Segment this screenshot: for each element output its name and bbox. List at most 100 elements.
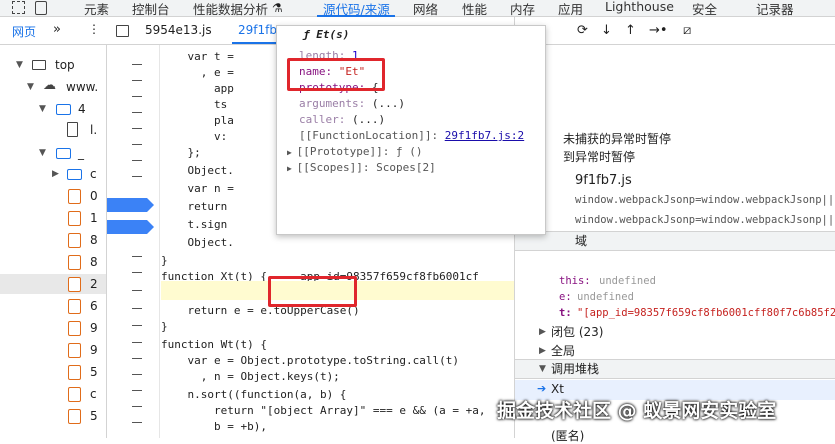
tree-item-folder-underscore[interactable]: ▼ _ bbox=[0, 143, 107, 163]
gutter-dash bbox=[132, 308, 142, 309]
tree-item-file-1[interactable]: 1 bbox=[0, 208, 107, 228]
more-tabs-icon[interactable]: » bbox=[53, 22, 61, 37]
step-over-icon[interactable]: ⟳ bbox=[577, 23, 588, 38]
flask-icon: ⚗ bbox=[272, 1, 283, 15]
tab-recorder[interactable]: 记录器 bbox=[756, 0, 794, 18]
tree-item-file-5b[interactable]: 5 bbox=[0, 406, 107, 426]
gutter-dash bbox=[132, 390, 142, 391]
scope-e-value: undefined bbox=[577, 291, 634, 303]
toggle-navigator-icon[interactable] bbox=[116, 25, 129, 37]
gutter-dash bbox=[132, 112, 142, 113]
gutter-dash bbox=[132, 290, 142, 291]
js-file-icon bbox=[68, 233, 81, 248]
gutter-dash bbox=[132, 64, 142, 65]
scope-header[interactable]: 域 bbox=[515, 231, 835, 251]
js-file-icon bbox=[68, 365, 81, 380]
file-tab-29f1fb7[interactable]: 29f1fb bbox=[238, 23, 277, 37]
scope-this-key: this: bbox=[559, 275, 591, 287]
js-file-icon bbox=[68, 189, 81, 204]
tree-item-file-0[interactable]: 0 bbox=[0, 186, 107, 206]
popover-header: ƒ Et(s) bbox=[303, 28, 350, 41]
tab-performance[interactable]: 性能 bbox=[462, 0, 487, 18]
gutter-dash bbox=[132, 358, 142, 359]
gutter-dash bbox=[132, 272, 142, 273]
breakpoint-snippet[interactable]: window.webpackJsonp=window.webpackJsonp|… bbox=[575, 214, 835, 226]
folder-icon bbox=[56, 104, 71, 115]
tab-memory[interactable]: 内存 bbox=[510, 0, 535, 18]
tab-elements[interactable]: 元素 bbox=[84, 0, 109, 18]
tree-item-file-8a[interactable]: 8 bbox=[0, 230, 107, 250]
code-line: return bbox=[161, 200, 228, 213]
more-options-icon[interactable]: ⋮ bbox=[88, 22, 100, 36]
tab-performance-insights[interactable]: 性能数据分析 bbox=[193, 0, 268, 18]
frame-icon bbox=[32, 60, 46, 70]
prop-internal-prototype[interactable]: ▶ [[Prototype]]: ƒ () bbox=[287, 144, 422, 160]
js-file-icon bbox=[68, 343, 81, 358]
tab-security[interactable]: 安全 bbox=[692, 0, 717, 18]
tab-console[interactable]: 控制台 bbox=[132, 0, 170, 18]
tab-lighthouse[interactable]: Lighthouse bbox=[605, 0, 674, 14]
gutter-dash bbox=[132, 160, 142, 161]
file-tab-underline bbox=[232, 42, 277, 44]
step-icon[interactable]: →• bbox=[649, 23, 668, 38]
line-gutter[interactable] bbox=[107, 45, 160, 438]
deactivate-breakpoints-icon[interactable]: ⧄ bbox=[683, 23, 691, 38]
code-line: t.sign bbox=[161, 218, 228, 231]
tree-item-file-2[interactable]: 2 bbox=[0, 274, 106, 294]
function-location-link[interactable]: 29f1fb7.js:2 bbox=[445, 129, 524, 142]
prop-function-location: [[FunctionLocation]]: 29f1fb7.js:2 bbox=[299, 129, 525, 142]
tree-item-file-l[interactable]: l. bbox=[0, 120, 107, 140]
expand-global-icon[interactable]: ▶ bbox=[539, 346, 546, 356]
annotation-box-name bbox=[287, 58, 385, 91]
gutter-dash bbox=[132, 144, 142, 145]
breakpoint-snippet[interactable]: window.webpackJsonp=window.webpackJsonp|… bbox=[575, 194, 835, 206]
tree-item-file-6[interactable]: 6 bbox=[0, 296, 107, 316]
file-tab-5954e13[interactable]: 5954e13.js bbox=[145, 23, 212, 37]
inspect-icon[interactable] bbox=[12, 1, 25, 14]
breakpoint-file-name: 9f1fb7.js bbox=[575, 173, 632, 188]
gutter-dash bbox=[132, 374, 142, 375]
debugger-toolbar: ⟳ ↓ ↑ →• ⧄ bbox=[515, 17, 835, 45]
prop-scopes[interactable]: ▶ [[Scopes]]: Scopes[2] bbox=[287, 160, 436, 176]
js-file-icon bbox=[68, 255, 81, 270]
tree-item-top[interactable]: ▼ top bbox=[0, 55, 107, 75]
code-line: Object. bbox=[161, 236, 234, 249]
scope-t-key: t: bbox=[559, 307, 572, 319]
folder-icon bbox=[67, 169, 82, 180]
tree-item-file-9a[interactable]: 9 bbox=[0, 318, 107, 338]
gutter-dash bbox=[132, 406, 142, 407]
js-file-icon bbox=[68, 211, 81, 226]
js-file-icon bbox=[68, 387, 81, 402]
prop-caller[interactable]: caller: (...) bbox=[299, 112, 385, 128]
page-tab[interactable]: 网页 bbox=[12, 23, 36, 40]
tree-item-file-8b[interactable]: 8 bbox=[0, 252, 107, 272]
step-into-icon[interactable]: ↓ bbox=[601, 23, 612, 38]
tree-item-folder-4[interactable]: ▼ 4 bbox=[0, 99, 107, 119]
tree-item-file-c[interactable]: c bbox=[0, 384, 107, 404]
active-tab-indicator bbox=[317, 15, 395, 17]
tree-item-folder-c[interactable]: ▶ c bbox=[0, 164, 107, 184]
call-stack-header[interactable]: ▼ 调用堆栈 bbox=[515, 359, 835, 379]
call-frame-anonymous[interactable]: (匿名) bbox=[551, 427, 584, 444]
tree-item-file-9b[interactable]: 9 bbox=[0, 340, 107, 360]
tree-item-file-5a[interactable]: 5 bbox=[0, 362, 107, 382]
prop-arguments[interactable]: arguments: (...) bbox=[299, 96, 405, 112]
step-out-icon[interactable]: ↑ bbox=[625, 23, 636, 38]
tree-item-domain[interactable]: ▼ ☁ www. bbox=[0, 77, 107, 97]
js-file-icon bbox=[68, 409, 81, 424]
breakpoint-marker[interactable] bbox=[107, 198, 154, 212]
breakpoint-marker[interactable] bbox=[107, 220, 154, 234]
expand-closure-icon[interactable]: ▶ bbox=[539, 327, 546, 337]
gutter-dash bbox=[132, 176, 142, 177]
pause-caught-label: 到异常时暂停 bbox=[563, 150, 636, 164]
device-icon[interactable] bbox=[35, 1, 47, 15]
pause-uncaught-label: 未捕获的异常时暂停 bbox=[563, 132, 672, 146]
code-line: var n = bbox=[161, 182, 234, 195]
code-line: }; bbox=[161, 146, 201, 159]
closure-scope[interactable]: 闭包 (23) bbox=[551, 323, 603, 340]
tab-application[interactable]: 应用 bbox=[558, 0, 583, 18]
js-file-icon bbox=[68, 277, 81, 292]
global-scope[interactable]: 全局 bbox=[551, 342, 575, 359]
js-file-icon bbox=[68, 299, 81, 314]
tab-network[interactable]: 网络 bbox=[413, 0, 438, 18]
